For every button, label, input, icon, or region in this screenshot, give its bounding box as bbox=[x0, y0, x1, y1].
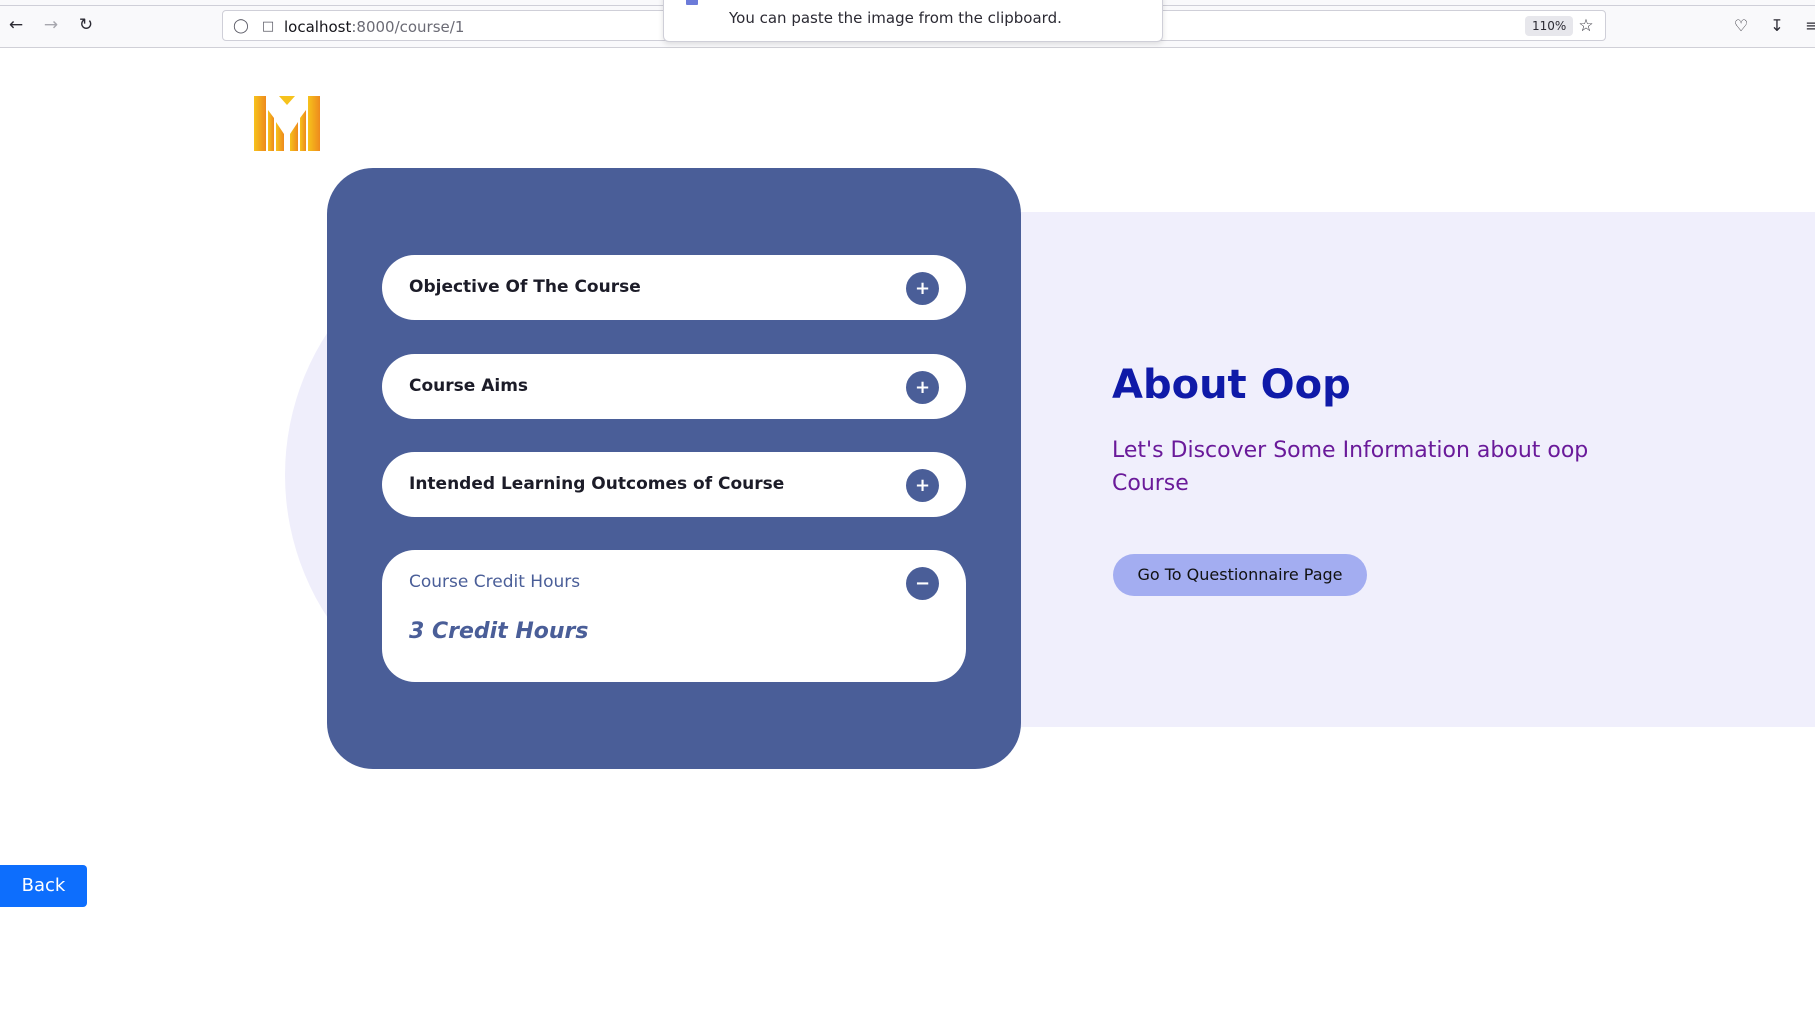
minus-icon[interactable]: − bbox=[906, 567, 939, 600]
page-title: About Oop bbox=[1112, 362, 1351, 408]
arrow-left-icon[interactable]: ← bbox=[3, 12, 29, 38]
accordion-item-objective[interactable]: Objective Of The Course + bbox=[382, 255, 966, 320]
clipboard-message: You can paste the image from the clipboa… bbox=[729, 9, 1062, 27]
accordion-item-outcomes[interactable]: Intended Learning Outcomes of Course + bbox=[382, 452, 966, 517]
arrow-right-icon[interactable]: → bbox=[38, 12, 64, 38]
zoom-level-badge[interactable]: 110% bbox=[1525, 16, 1574, 36]
accordion-title[interactable]: Course Credit Hours bbox=[409, 550, 580, 615]
accordion-title[interactable]: Objective Of The Course bbox=[409, 255, 641, 320]
back-button[interactable]: Back bbox=[0, 865, 87, 907]
logo-icon[interactable] bbox=[254, 96, 320, 151]
url-host: localhost bbox=[284, 18, 352, 36]
clipboard-notification: You can paste the image from the clipboa… bbox=[663, 0, 1163, 42]
reload-icon[interactable]: ↻ bbox=[73, 12, 99, 38]
page-subtitle: Let's Discover Some Information about oo… bbox=[1112, 438, 1589, 496]
accordion-item-credit-hours[interactable]: Course Credit Hours − 3 Credit Hours bbox=[382, 550, 966, 682]
accordion-title[interactable]: Course Aims bbox=[409, 354, 528, 419]
page-icon[interactable]: □ bbox=[259, 17, 277, 35]
menu-icon[interactable]: ≡ bbox=[1799, 12, 1815, 38]
shield-icon[interactable]: ◯ bbox=[232, 17, 250, 35]
url-text[interactable]: localhost:8000/course/1 bbox=[284, 18, 464, 36]
plus-icon[interactable]: + bbox=[906, 272, 939, 305]
accordion-title[interactable]: Intended Learning Outcomes of Course bbox=[409, 452, 784, 517]
clipboard-icon bbox=[686, 0, 698, 5]
plus-icon[interactable]: + bbox=[906, 371, 939, 404]
accordion-item-aims[interactable]: Course Aims + bbox=[382, 354, 966, 419]
go-to-questionnaire-button[interactable]: Go To Questionnaire Page bbox=[1113, 554, 1367, 596]
url-path: :8000/course/1 bbox=[351, 18, 465, 36]
plus-icon[interactable]: + bbox=[906, 469, 939, 502]
pocket-icon[interactable]: ♡ bbox=[1728, 12, 1754, 38]
accordion-body: 3 Credit Hours bbox=[409, 619, 589, 644]
download-icon[interactable]: ↧ bbox=[1764, 12, 1790, 38]
bookmark-star-icon[interactable]: ☆ bbox=[1575, 15, 1597, 37]
